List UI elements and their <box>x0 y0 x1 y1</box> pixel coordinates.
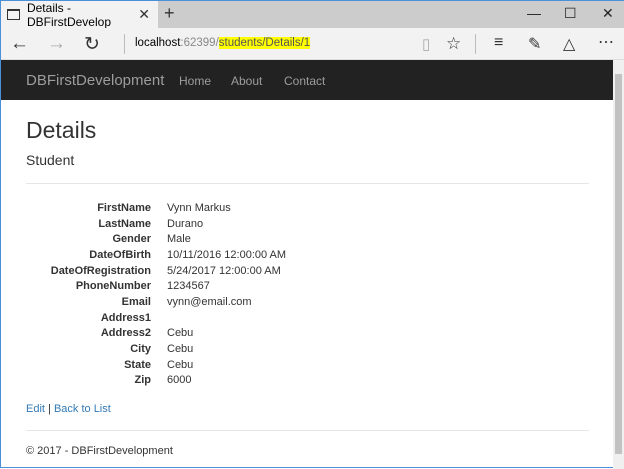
window-close-icon[interactable]: ✕ <box>602 5 614 22</box>
detail-row: Address1 <box>26 310 589 326</box>
field-value: 5/24/2017 12:00:00 AM <box>167 264 281 277</box>
share-icon[interactable]: △ <box>563 34 575 54</box>
brand-link[interactable]: DBFirstDevelopment <box>26 72 164 89</box>
nav-home[interactable]: Home <box>179 74 211 88</box>
browser-tab[interactable]: Details - DBFirstDevelop ✕ <box>1 1 158 29</box>
scrollbar-thumb[interactable] <box>615 74 622 454</box>
field-label: Gender <box>112 233 151 246</box>
field-value: Male <box>167 233 191 246</box>
detail-row: Zip 6000 <box>26 373 589 389</box>
detail-row: DateOfBirth 10/11/2016 12:00:00 AM <box>26 247 589 263</box>
field-label: DateOfBirth <box>89 248 151 261</box>
edit-link[interactable]: Edit <box>26 403 45 415</box>
field-label: PhoneNumber <box>75 280 151 293</box>
maximize-icon[interactable]: ☐ <box>564 5 577 22</box>
field-value: 1234567 <box>167 280 210 293</box>
field-value: Vynn Markus <box>167 201 231 214</box>
field-label: City <box>130 343 151 356</box>
main-content: Details Student FirstName Vynn Markus Last… <box>26 100 589 457</box>
field-value: 10/11/2016 12:00:00 AM <box>167 248 287 261</box>
back-icon[interactable]: ← <box>10 33 29 55</box>
divider <box>26 183 589 184</box>
web-note-icon[interactable]: ✎ <box>528 34 541 54</box>
field-label: Email <box>121 295 151 308</box>
close-tab-icon[interactable]: ✕ <box>138 6 150 23</box>
page-subtitle: Student <box>26 152 75 168</box>
footer: © 2017 - DBFirstDevelopment <box>26 430 589 457</box>
detail-row: City Cebu <box>26 341 589 357</box>
detail-row: Email vynn@email.com <box>26 294 589 310</box>
link-separator: | <box>48 403 51 416</box>
detail-row: LastName Durano <box>26 216 589 232</box>
nav-contact[interactable]: Contact <box>284 74 325 88</box>
refresh-icon[interactable]: ↻ <box>84 33 100 56</box>
detail-row: FirstName Vynn Markus <box>26 200 589 216</box>
new-tab-icon[interactable]: + <box>164 3 175 24</box>
field-label: FirstName <box>97 201 151 214</box>
detail-row: Address2 Cebu <box>26 326 589 342</box>
detail-row: PhoneNumber 1234567 <box>26 278 589 294</box>
field-value: 6000 <box>167 374 192 387</box>
detail-row: State Cebu <box>26 357 589 373</box>
details-list: FirstName Vynn Markus LastName Durano Gender… <box>26 200 589 388</box>
field-label: Address1 <box>100 311 151 324</box>
favorite-star-icon[interactable]: ☆ <box>446 34 461 54</box>
navbar: DBFirstDevelopment Home About Contact <box>1 60 613 100</box>
field-label: Address2 <box>100 327 151 340</box>
field-label: LastName <box>98 217 151 230</box>
hub-icon[interactable]: ≡ <box>494 34 503 52</box>
scrollbar[interactable] <box>613 60 624 469</box>
reading-view-icon[interactable]: ▯ <box>422 35 430 53</box>
tab-bar: Details - DBFirstDevelop ✕ + — ☐ ✕ <box>1 1 624 29</box>
field-value: Cebu <box>167 343 194 356</box>
more-icon[interactable]: ⋯ <box>598 32 614 52</box>
action-links: Edit | Back to List <box>26 403 589 415</box>
field-label: Zip <box>134 374 152 387</box>
forward-icon[interactable]: → <box>47 33 66 55</box>
detail-row: Gender Male <box>26 231 589 247</box>
field-value: Cebu <box>167 358 194 371</box>
page-title: Details <box>26 117 97 143</box>
address-bar: ← → ↻ localhost:62399/students/Details/1… <box>1 28 624 60</box>
nav-about[interactable]: About <box>231 74 262 88</box>
page-icon <box>7 9 20 20</box>
url-input[interactable]: localhost:62399/students/Details/1 <box>135 37 311 49</box>
field-label: State <box>124 358 151 371</box>
field-value: Durano <box>167 217 204 230</box>
minimize-icon[interactable]: — <box>527 5 541 21</box>
detail-row: DateOfRegistration 5/24/2017 12:00:00 AM <box>26 263 589 279</box>
field-value: vynn@email.com <box>167 295 252 308</box>
back-to-list-link[interactable]: Back to List <box>54 403 111 415</box>
field-value: Cebu <box>167 327 194 340</box>
field-label: DateOfRegistration <box>50 264 151 277</box>
